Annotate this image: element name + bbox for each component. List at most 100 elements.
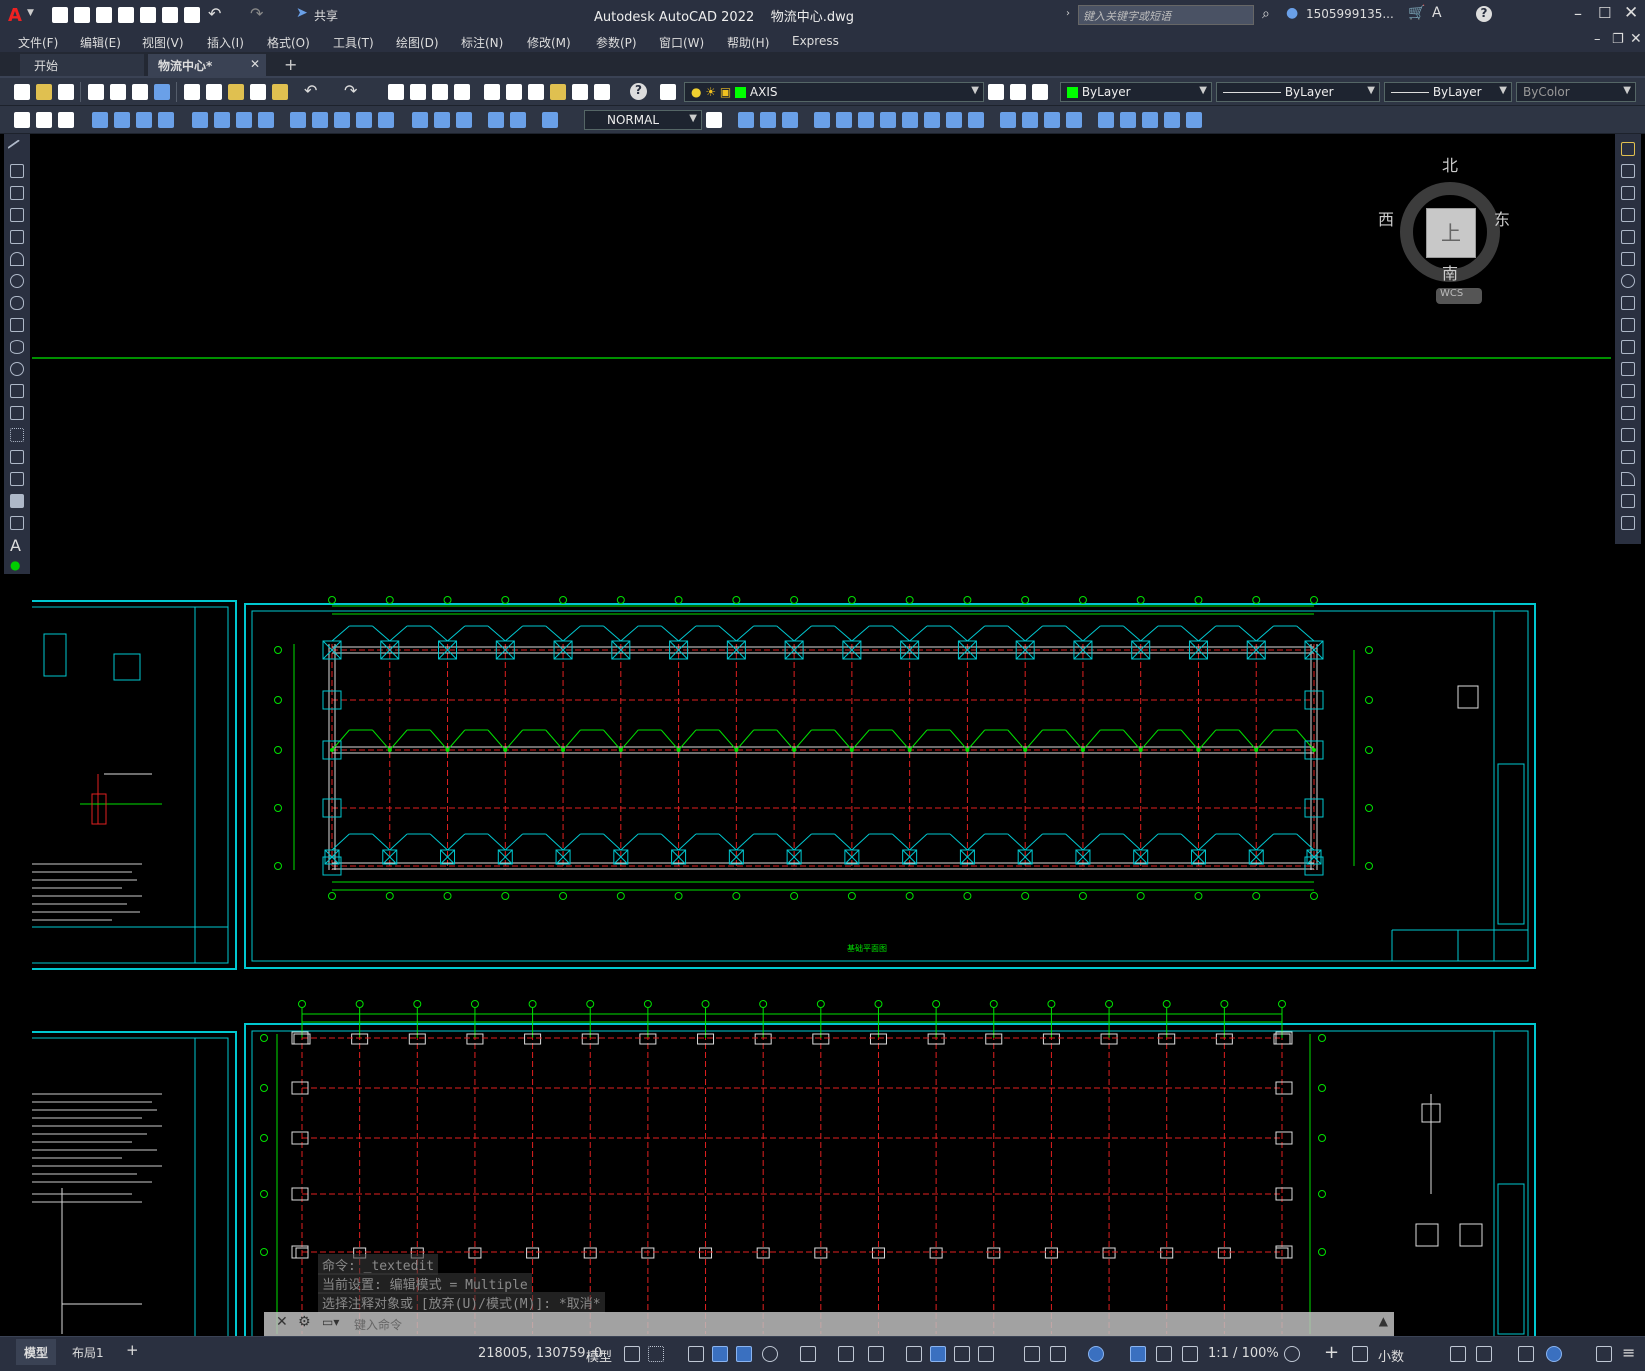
share-label[interactable]: 共享	[314, 7, 338, 24]
chamfer-obj-icon[interactable]	[1022, 112, 1038, 128]
annotation-visibility-icon[interactable]	[1130, 1346, 1146, 1362]
hardware-acceleration-icon[interactable]	[1546, 1346, 1562, 1362]
visual-style-dropdown[interactable]: NORMAL ▼	[584, 110, 702, 130]
copy-icon[interactable]	[206, 84, 222, 100]
move-icon[interactable]	[1621, 252, 1635, 266]
selection-cycling-icon[interactable]	[954, 1346, 970, 1362]
sheet-set-icon[interactable]	[550, 84, 566, 100]
user-icon[interactable]: ●	[1286, 5, 1298, 21]
extend-icon[interactable]	[1621, 362, 1635, 376]
lock-ui-icon[interactable]	[1476, 1346, 1492, 1362]
share-icon[interactable]: ➤	[296, 5, 308, 21]
add-layout-button[interactable]: +	[126, 1341, 139, 1359]
command-scroll-up-icon[interactable]: ▲	[1379, 1314, 1388, 1328]
isometric-icon[interactable]	[800, 1346, 816, 1362]
help-icon[interactable]: ?	[1476, 6, 1492, 22]
transparency-icon[interactable]	[930, 1346, 946, 1362]
layer-dropdown[interactable]: ● ☀ ▣ AXIS ▼	[684, 82, 984, 102]
rectangle-icon[interactable]	[10, 230, 24, 244]
auto-scale-icon[interactable]	[1156, 1346, 1172, 1362]
gizmo-icon[interactable]	[1088, 1346, 1104, 1362]
publish-icon[interactable]	[132, 84, 148, 100]
snap-icon[interactable]	[648, 1346, 664, 1362]
menu-edit[interactable]: 编辑(E)	[80, 34, 121, 51]
tolerance-icon[interactable]	[334, 112, 350, 128]
text-front-icon[interactable]	[1164, 112, 1180, 128]
command-customize-icon[interactable]: ⚙	[298, 1314, 311, 1330]
units-dropdown[interactable]: 小数	[1378, 1346, 1404, 1365]
make-block-icon[interactable]	[10, 406, 24, 420]
copy-icon[interactable]	[1621, 164, 1635, 178]
3d-osnap-icon[interactable]	[978, 1346, 994, 1362]
viewcube-north[interactable]: 北	[1442, 152, 1458, 176]
join-obj-icon[interactable]	[1000, 112, 1016, 128]
polyline-icon[interactable]	[10, 186, 24, 200]
gradient-icon[interactable]	[10, 472, 24, 486]
construction-line-icon[interactable]	[10, 164, 24, 178]
bulb-icon[interactable]: ●	[691, 85, 701, 99]
open-file-icon[interactable]	[74, 7, 90, 23]
grid-icon[interactable]	[624, 1346, 640, 1362]
minimize-icon[interactable]: –	[1574, 4, 1582, 23]
polygon-icon[interactable]	[10, 208, 24, 222]
menu-view[interactable]: 视图(V)	[142, 34, 184, 51]
lineweight-dropdown[interactable]: ByLayer ▼	[1384, 82, 1512, 102]
draw-order-icon[interactable]	[1098, 112, 1114, 128]
dim-diameter-icon[interactable]	[158, 112, 174, 128]
insert-block-icon[interactable]	[10, 384, 24, 398]
trim-obj-icon[interactable]	[924, 112, 940, 128]
infer-constraints-icon[interactable]	[688, 1346, 704, 1362]
dim-text-edit-icon[interactable]	[456, 112, 472, 128]
table-icon[interactable]	[10, 516, 24, 530]
send-back-icon[interactable]	[1142, 112, 1158, 128]
fillet-icon[interactable]	[1621, 472, 1635, 486]
viewcube-south[interactable]: 南	[1442, 260, 1458, 284]
dim-override-icon[interactable]	[542, 112, 558, 128]
customization-icon[interactable]: ≡	[1622, 1343, 1635, 1362]
extend-obj-icon[interactable]	[946, 112, 962, 128]
menu-modify[interactable]: 修改(M)	[527, 34, 571, 51]
menu-dimension[interactable]: 标注(N)	[461, 34, 503, 51]
point-icon[interactable]	[10, 428, 24, 442]
save-icon[interactable]	[96, 7, 112, 23]
explode-icon[interactable]	[1621, 516, 1635, 530]
tab-start[interactable]: 开始	[20, 54, 144, 76]
drawing-canvas[interactable]: 基础平面图 上 北 南 东 西 WCS 命令: _textedit 当前设置: …	[32, 134, 1611, 1336]
dim-aligned-icon[interactable]	[36, 112, 52, 128]
open-web-icon[interactable]	[140, 7, 156, 23]
tab-close-icon[interactable]: ✕	[250, 57, 260, 71]
help-tb-icon[interactable]: ?	[630, 83, 647, 100]
command-close-icon[interactable]: ✕	[276, 1314, 288, 1330]
rotate-obj-icon[interactable]	[858, 112, 874, 128]
match-prop-icon[interactable]	[250, 84, 266, 100]
hatch-icon[interactable]	[10, 450, 24, 464]
arc-icon[interactable]	[10, 252, 24, 266]
sun-icon[interactable]: ☀	[705, 85, 716, 99]
jogged-linear-icon[interactable]	[412, 112, 428, 128]
calculator-icon[interactable]	[594, 84, 610, 100]
linetype-dropdown[interactable]: ByLayer ▼	[1216, 82, 1380, 102]
dim-linear-icon[interactable]	[14, 112, 30, 128]
3d-dwf-icon[interactable]	[154, 84, 170, 100]
paste-icon[interactable]	[228, 84, 244, 100]
redo-icon[interactable]: ↷	[250, 4, 263, 23]
search-chevron-icon[interactable]: ›	[1066, 8, 1070, 19]
dim-edit-icon[interactable]	[434, 112, 450, 128]
layer-properties-icon[interactable]	[660, 84, 676, 100]
new-file-icon[interactable]	[52, 7, 68, 23]
scale-icon[interactable]	[1621, 296, 1635, 310]
menu-help[interactable]: 帮助(H)	[727, 34, 769, 51]
dim-radius-icon[interactable]	[114, 112, 130, 128]
menu-insert[interactable]: 插入(I)	[207, 34, 244, 51]
markup-icon[interactable]	[572, 84, 588, 100]
fillet-obj-icon[interactable]	[1044, 112, 1060, 128]
chamfer-icon[interactable]	[1621, 450, 1635, 464]
viewcube[interactable]: 上 北 南 东 西 WCS	[1378, 156, 1518, 304]
annotation-monitor-icon[interactable]: +	[1324, 1342, 1339, 1363]
close-icon[interactable]: ✕	[1624, 3, 1638, 23]
move-obj-icon[interactable]	[836, 112, 852, 128]
array-obj-icon[interactable]	[814, 112, 830, 128]
doc-minimize-icon[interactable]: –	[1594, 32, 1601, 47]
command-recent-icon[interactable]: ▭▾	[322, 1315, 339, 1329]
selection-filter-icon[interactable]	[1050, 1346, 1066, 1362]
